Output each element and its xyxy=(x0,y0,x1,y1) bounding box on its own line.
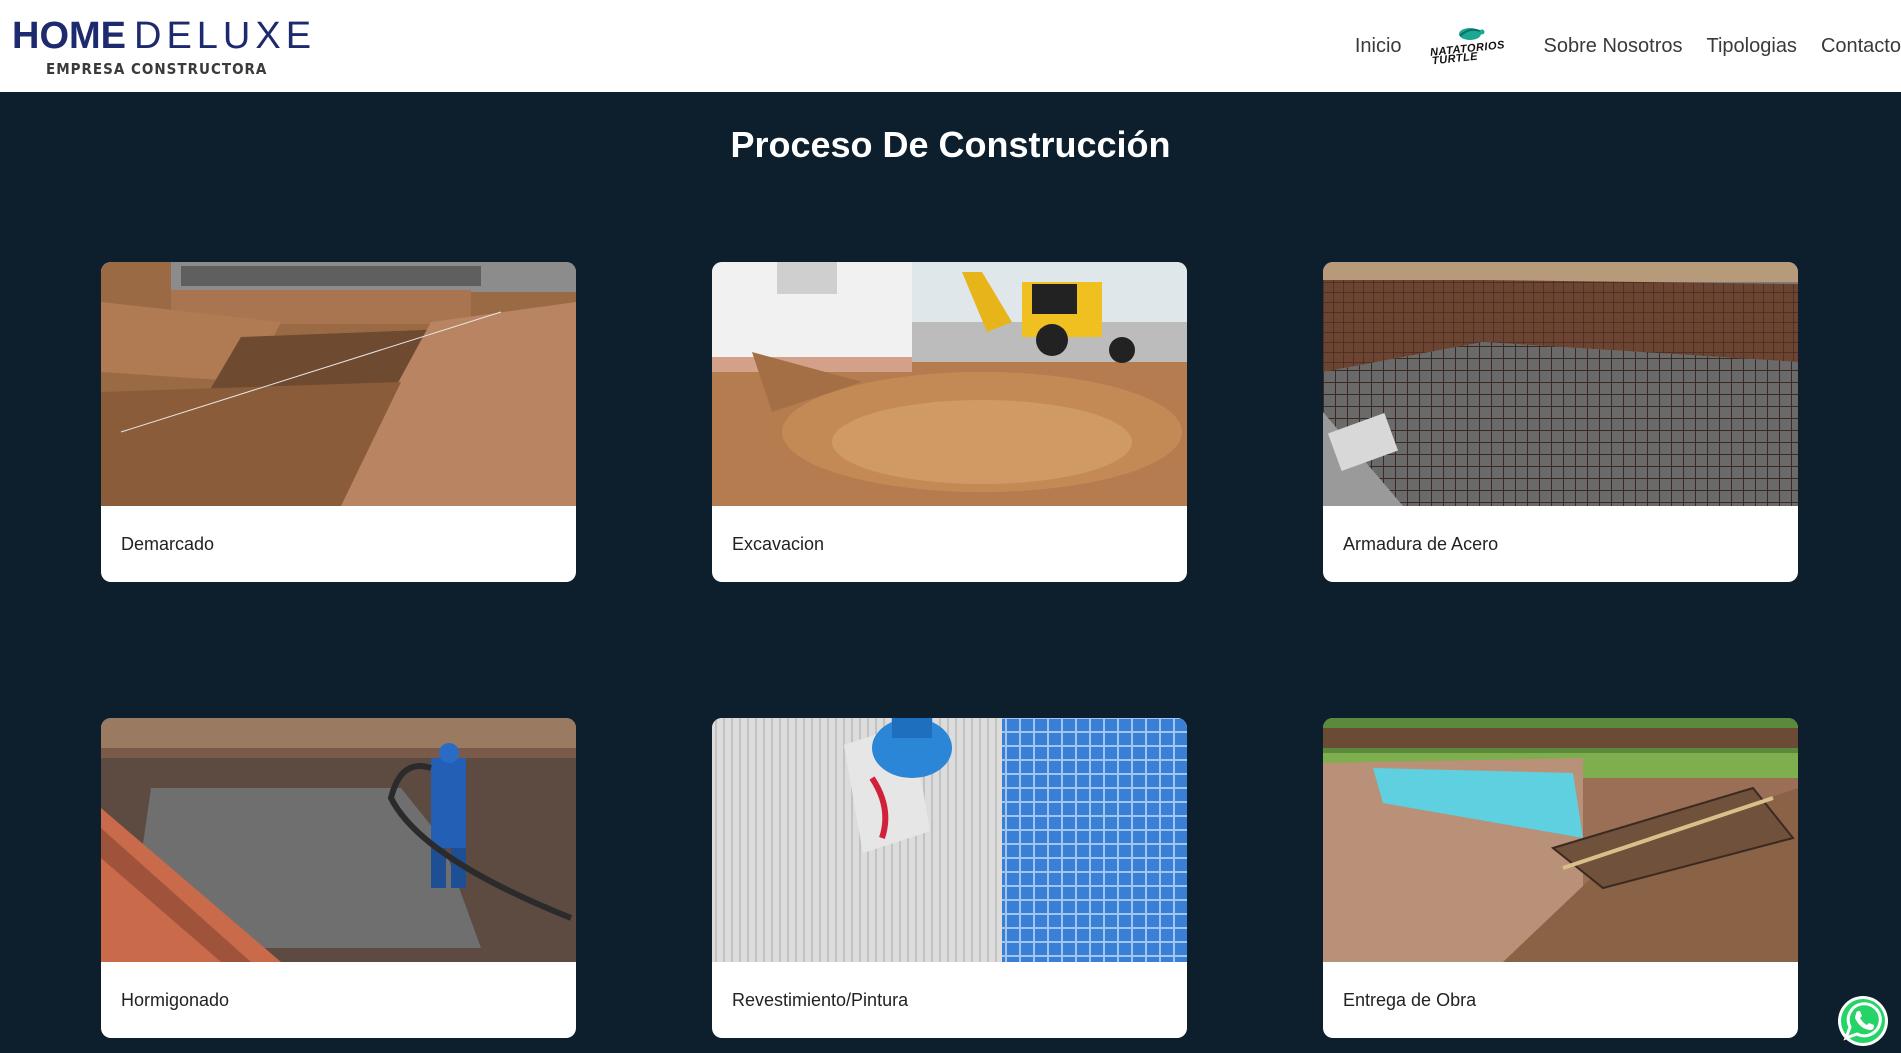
process-card-hormigonado[interactable]: Hormigonado xyxy=(101,718,576,1038)
logo-tagline: EMPRESA CONSTRUCTORA xyxy=(46,60,268,78)
demarcado-photo xyxy=(101,262,576,506)
card-label: Entrega de Obra xyxy=(1343,990,1477,1010)
nav-inicio[interactable]: Inicio xyxy=(1355,35,1402,58)
partner-name-line2: TURTLE xyxy=(1430,50,1479,68)
nav-sobre-nosotros[interactable]: Sobre Nosotros xyxy=(1544,35,1683,58)
process-card-armadura-de-acero[interactable]: Armadura de Acero xyxy=(1323,262,1798,582)
process-card-revestimiento-pintura[interactable]: Revestimiento/Pintura xyxy=(712,718,1187,1038)
nav-tipologias[interactable]: Tipologias xyxy=(1707,35,1797,58)
card-label: Armadura de Acero xyxy=(1343,534,1499,554)
logo-wordmark: HOME DELUXE xyxy=(12,15,317,57)
entrega-photo xyxy=(1323,718,1798,962)
card-label: Demarcado xyxy=(121,534,215,554)
whatsapp-icon xyxy=(1838,996,1888,1046)
card-label: Excavacion xyxy=(732,534,825,554)
nav-contacto[interactable]: Contacto xyxy=(1821,35,1901,58)
section-title: Proceso De Construcción xyxy=(730,124,1171,165)
whatsapp-button[interactable] xyxy=(1836,994,1890,1048)
excavacion-photo xyxy=(712,262,1187,506)
process-card-excavacion[interactable]: Excavacion xyxy=(712,262,1187,582)
process-card-demarcado[interactable]: Demarcado xyxy=(101,262,576,582)
main-nav: Inicio NATATORIOS TURTLE Sobre Nosotros … xyxy=(1355,0,1901,92)
revestimiento-photo xyxy=(712,718,1187,962)
home-deluxe-logo[interactable]: HOME DELUXE EMPRESA CONSTRUCTORA xyxy=(12,16,311,78)
nav-natatorios-turtle[interactable]: NATATORIOS TURTLE xyxy=(1428,24,1510,68)
card-label: Hormigonado xyxy=(121,990,230,1010)
process-card-entrega-de-obra[interactable]: Entrega de Obra xyxy=(1323,718,1798,1038)
card-label: Revestimiento/Pintura xyxy=(732,990,909,1010)
hormigonado-photo xyxy=(101,718,576,962)
armadura-photo xyxy=(1323,262,1798,506)
navbar: HOME DELUXE EMPRESA CONSTRUCTORA Inicio N… xyxy=(0,0,1901,92)
